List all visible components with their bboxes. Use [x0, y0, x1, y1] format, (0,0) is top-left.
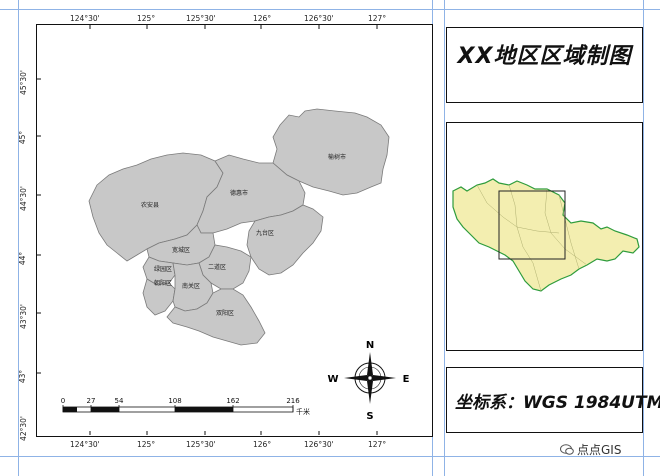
inset-map-panel: [446, 122, 643, 351]
coordinate-system-text: 坐标系：WGS 1984UTM: [455, 393, 660, 413]
label-nanguan: 南关区: [182, 282, 200, 290]
label-kuancheng: 宽城区: [172, 246, 190, 254]
bottom-tick-label: 125°30': [186, 440, 216, 449]
scale-unit: 千米: [296, 407, 310, 416]
top-tick-label: 126°30': [304, 14, 334, 23]
label-shuangyang: 双阳区: [216, 309, 234, 317]
scale-label: 27: [87, 397, 96, 405]
bottom-tick-label: 124°30': [70, 440, 100, 449]
scale-label: 0: [61, 397, 65, 405]
left-tick-label: 45°30': [18, 70, 28, 95]
main-map-frame: 农安县 榆树市 德惠市 九台区 宽城区 绿园区 二道区 朝阳区 南关区 双阳区: [36, 24, 433, 437]
label-nongan: 农安县: [141, 201, 159, 209]
coordinate-system-panel: 坐标系：WGS 1984UTM: [446, 367, 660, 433]
bottom-tick-label: 126°30': [304, 440, 334, 449]
scale-label: 108: [168, 397, 181, 405]
left-tick-label: 43°: [18, 369, 28, 384]
west-label: W: [327, 374, 338, 385]
watermark: 点点GIS: [560, 441, 621, 458]
inset-map-svg: [452, 178, 640, 292]
north-arrow: N S E W: [327, 340, 409, 422]
scale-bar: 0 27 54 108 162 216 千米: [61, 397, 310, 416]
left-tick-label: 44°: [18, 251, 28, 266]
left-tick-label: 43°30': [18, 304, 28, 329]
label-chaoyang: 朝阳区: [154, 279, 172, 287]
top-tick-label: 126°: [253, 14, 272, 23]
map-title: XX地区区域制图: [457, 44, 632, 69]
south-label: S: [366, 411, 373, 422]
main-map-svg: 农安县 榆树市 德惠市 九台区 宽城区 绿园区 二道区 朝阳区 南关区 双阳区: [37, 25, 410, 435]
left-tick-label: 45°: [18, 130, 28, 145]
bottom-tick-label: 126°: [253, 440, 272, 449]
title-panel: XX地区区域制图: [446, 27, 643, 103]
bottom-tick-label: 125°: [137, 440, 156, 449]
north-label: N: [366, 340, 374, 351]
top-tick-label: 125°: [137, 14, 156, 23]
east-label: E: [403, 374, 410, 385]
label-lvyuan: 绿园区: [154, 265, 172, 273]
top-tick-label: 127°: [368, 14, 387, 23]
guide-line-mid2: [444, 0, 445, 476]
layout-page: 124°30' 125° 125°30' 126° 126°30' 127° 1…: [0, 0, 660, 476]
top-tick-label: 124°30': [70, 14, 100, 23]
chat-bubble-icon: [560, 443, 574, 455]
label-jiutai: 九台区: [256, 229, 274, 237]
watermark-text: 点点GIS: [577, 443, 622, 457]
inset-region-shape: [452, 178, 640, 292]
scale-label: 216: [286, 397, 300, 405]
bottom-tick-label: 127°: [368, 440, 387, 449]
left-tick-label: 42°30': [18, 416, 28, 441]
top-tick-label: 125°30': [186, 14, 216, 23]
scale-label: 54: [115, 397, 124, 405]
scale-label: 162: [226, 397, 239, 405]
label-erdao: 二道区: [208, 263, 226, 271]
left-tick-label: 44°30': [18, 186, 28, 211]
label-yushu: 榆树市: [328, 153, 346, 161]
guide-line-top: [0, 9, 660, 10]
label-dehui: 德惠市: [230, 189, 248, 197]
